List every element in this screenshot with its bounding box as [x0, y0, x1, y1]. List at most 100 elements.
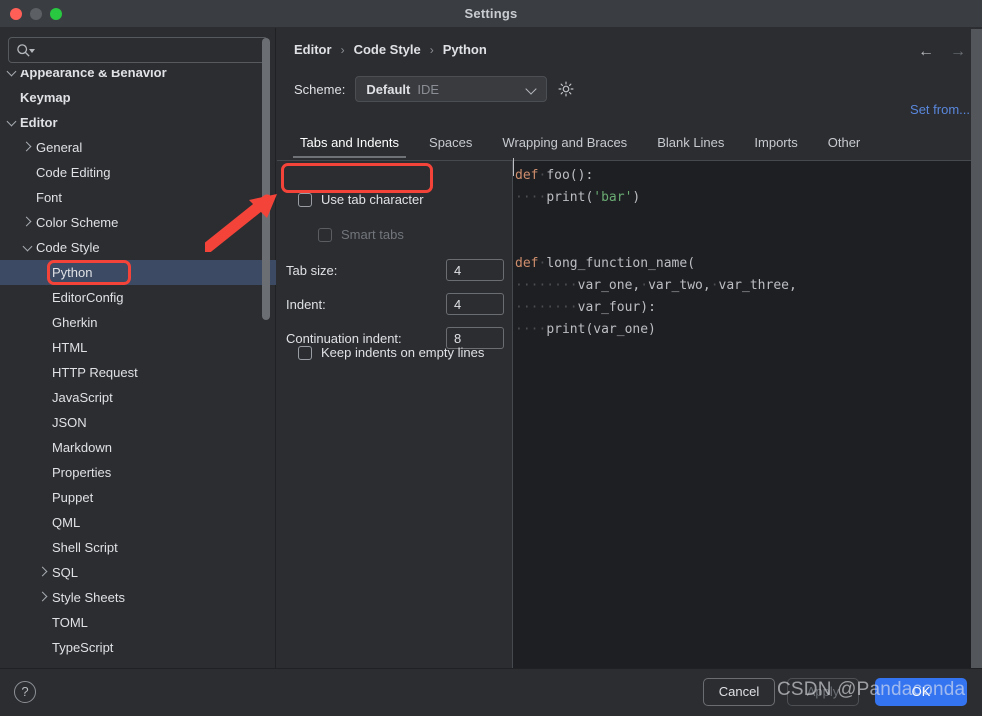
chevron-down-icon[interactable] — [20, 235, 34, 260]
help-icon[interactable]: ? — [14, 681, 36, 703]
sidebar-item-qml[interactable]: QML — [0, 510, 276, 535]
use-tab-character-row[interactable]: Use tab character — [298, 192, 424, 207]
code-preview-panel[interactable]: def·foo(): ····print('bar') def·long_func… — [513, 160, 982, 668]
code-token: ········ — [515, 300, 578, 315]
apply-button[interactable]: Apply — [787, 678, 859, 706]
sidebar-item-sql[interactable]: SQL — [0, 560, 276, 585]
code-token: ···· — [515, 190, 547, 205]
code-line: ········var_one,·var_two,·var_three, — [515, 275, 797, 297]
sidebar-item-gherkin[interactable]: Gherkin — [0, 310, 276, 335]
chevron-right-icon[interactable] — [36, 560, 50, 585]
ok-button[interactable]: OK — [875, 678, 967, 706]
sidebar-item-code-editing[interactable]: Code Editing — [0, 160, 276, 185]
breadcrumb: Editor › Code Style › Python — [294, 42, 487, 57]
sidebar-item-general[interactable]: General — [0, 135, 276, 160]
tab-other[interactable]: Other — [813, 128, 876, 158]
tab-wrapping-and-braces[interactable]: Wrapping and Braces — [487, 128, 642, 158]
chevron-right-icon[interactable] — [20, 210, 34, 235]
sidebar-item-label: HTTP Request — [52, 365, 138, 380]
chevron-down-icon[interactable] — [4, 70, 18, 85]
tab-blank-lines[interactable]: Blank Lines — [642, 128, 739, 158]
tab-size-label: Tab size: — [286, 262, 338, 278]
code-token: long_function_name( — [546, 256, 696, 271]
sidebar-item-label: JSON — [52, 415, 87, 430]
sidebar-item-toml[interactable]: TOML — [0, 610, 276, 635]
chevron-glyph — [21, 141, 31, 152]
search-box[interactable] — [8, 37, 268, 63]
smart-tabs-checkbox — [318, 227, 332, 242]
tab-label: Imports — [754, 135, 798, 150]
tab-label: Spaces — [429, 135, 473, 150]
settings-content: Editor › Code Style › Python ← → Scheme: Def… — [277, 28, 982, 668]
settings-tabs: Tabs and Indents Spaces Wrapping and Brace… — [285, 128, 982, 158]
tab-tabs-and-indents[interactable]: Tabs and Indents — [285, 128, 414, 158]
sidebar-item-markdown[interactable]: Markdown — [0, 435, 276, 460]
sidebar-item-shell-script[interactable]: Shell Script — [0, 535, 276, 560]
tab-imports[interactable]: Imports — [739, 128, 812, 158]
back-arrow-icon[interactable]: ← — [916, 42, 936, 62]
chevron-glyph — [21, 216, 31, 227]
search-filter-caret-icon[interactable] — [29, 49, 35, 53]
keep-indents-row[interactable]: Keep indents on empty lines — [298, 345, 484, 360]
cancel-button[interactable]: Cancel — [703, 678, 775, 706]
chevron-glyph — [6, 116, 16, 127]
sidebar-item-typescript[interactable]: TypeScript — [0, 635, 276, 660]
sidebar-item-html[interactable]: HTML — [0, 335, 276, 360]
chevron-down-icon — [525, 83, 537, 95]
window-scrollbar[interactable] — [971, 29, 982, 668]
breadcrumb-item[interactable]: Python — [443, 42, 487, 57]
scheme-value: Default — [366, 81, 411, 97]
code-line: ········var_four): — [515, 297, 797, 319]
sidebar-item-json[interactable]: JSON — [0, 410, 276, 435]
sidebar-item-editor[interactable]: Editor — [0, 110, 276, 135]
sidebar-item-puppet[interactable]: Puppet — [0, 485, 276, 510]
sidebar-item-code-style[interactable]: Code Style — [0, 235, 276, 260]
sidebar-scrollbar[interactable] — [262, 38, 270, 320]
forward-arrow-icon[interactable]: → — [948, 42, 968, 62]
tabs-and-indents-form: Use tab character Smart tabs Tab size: I… — [277, 160, 513, 668]
navigation-buttons: ← → — [916, 42, 968, 62]
code-token: ) — [632, 190, 641, 205]
code-token: def — [515, 168, 539, 183]
sidebar-item-style-sheets[interactable]: Style Sheets — [0, 585, 276, 610]
continuation-indent-label: Continuation indent: — [286, 330, 402, 346]
sidebar-item-color-scheme[interactable]: Color Scheme — [0, 210, 276, 235]
sidebar-item-appearance-behavior[interactable]: Appearance & Behavior — [0, 70, 276, 85]
sidebar-item-http-request[interactable]: HTTP Request — [0, 360, 276, 385]
chevron-right-icon[interactable] — [36, 585, 50, 610]
sidebar-item-label: Editor — [20, 115, 58, 130]
sidebar-item-label: General — [36, 140, 83, 155]
chevron-down-icon[interactable] — [4, 110, 18, 135]
chevron-right-icon[interactable] — [20, 135, 34, 160]
indent-input[interactable] — [446, 293, 504, 315]
tab-size-input[interactable] — [446, 259, 504, 281]
sidebar-item-font[interactable]: Font — [0, 185, 276, 210]
set-from-link[interactable]: Set from... — [910, 102, 970, 117]
sidebar-item-properties[interactable]: Properties — [0, 460, 276, 485]
gear-icon[interactable] — [557, 80, 575, 98]
sidebar-item-editorconfig[interactable]: EditorConfig — [0, 285, 276, 310]
sidebar-item-label: Appearance & Behavior — [20, 70, 167, 80]
sidebar-item-label: Gherkin — [52, 315, 98, 330]
code-token: var_four): — [577, 300, 656, 315]
code-token: def — [515, 256, 539, 271]
sidebar-item-label: Properties — [52, 465, 112, 480]
sidebar-item-label: Code Style — [36, 240, 100, 255]
tab-label: Tabs and Indents — [300, 135, 400, 150]
keep-indents-on-empty-lines-checkbox[interactable] — [298, 345, 312, 360]
tab-spaces[interactable]: Spaces — [414, 128, 487, 158]
scheme-dropdown[interactable]: Default IDE — [355, 76, 548, 102]
code-token: ········ — [515, 278, 578, 293]
chevron-glyph — [6, 70, 16, 77]
code-token: 'bar' — [593, 190, 633, 205]
breadcrumb-item[interactable]: Code Style — [354, 42, 421, 57]
breadcrumb-item[interactable]: Editor — [294, 42, 332, 57]
sidebar-item-label: EditorConfig — [52, 290, 124, 305]
sidebar-item-python[interactable]: Python — [0, 260, 276, 285]
sidebar-item-keymap[interactable]: Keymap — [0, 85, 276, 110]
use-tab-character-checkbox[interactable] — [298, 192, 312, 207]
sidebar-item-javascript[interactable]: JavaScript — [0, 385, 276, 410]
dialog-footer: ? Cancel Apply OK — [0, 668, 982, 716]
search-input[interactable] — [37, 38, 261, 62]
